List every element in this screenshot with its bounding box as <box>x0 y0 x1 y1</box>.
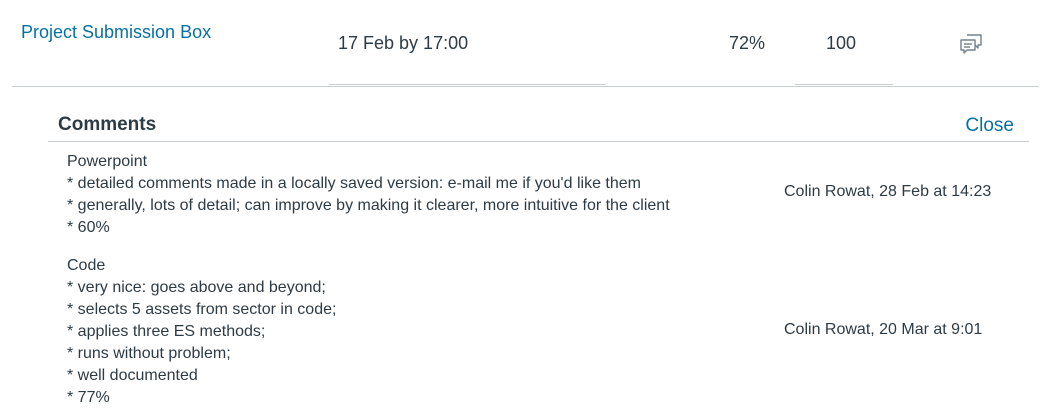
comment-line: * well documented <box>67 367 198 384</box>
comment-line: * selects 5 assets from sector in code; <box>67 301 337 318</box>
due-date: 17 Feb by 17:00 <box>338 33 469 53</box>
comment-author-date: Colin Rowat, 20 Mar at 9:01 <box>784 321 983 338</box>
comments-heading: Comments <box>58 114 157 135</box>
comment-body: Powerpoint * detailed comments made in a… <box>67 151 757 239</box>
comment-line: Powerpoint <box>67 153 148 170</box>
comments-divider <box>48 141 1029 142</box>
comment-line: * applies three ES methods; <box>67 323 266 340</box>
close-comments-link[interactable]: Close <box>965 115 1014 137</box>
comment-line: * detailed comments made in a locally sa… <box>67 175 641 192</box>
comment-author-date: Colin Rowat, 28 Feb at 14:23 <box>784 183 992 200</box>
comment-body: Code * very nice: goes above and beyond;… <box>67 255 757 409</box>
comment-line: Code <box>67 257 106 274</box>
score: 72% <box>729 33 766 53</box>
comment-item: Powerpoint * detailed comments made in a… <box>67 151 1017 243</box>
comment-line: * 77% <box>67 389 110 406</box>
comment-line: * 60% <box>67 219 110 236</box>
comment-line: * runs without problem; <box>67 345 231 362</box>
assignment-name-link[interactable]: Project Submission Box <box>21 22 211 43</box>
due-date-underline <box>329 84 606 85</box>
speech-bubbles-icon[interactable] <box>959 33 983 55</box>
comment-line: * generally, lots of detail; can improve… <box>67 197 670 214</box>
comment-line: * very nice: goes above and beyond; <box>67 279 326 296</box>
row-divider <box>12 86 1039 87</box>
points-possible: 100 <box>826 33 857 53</box>
speech-bubbles-icon-graphic <box>960 34 982 54</box>
comments-panel: Comments Close Powerpoint * detailed com… <box>48 108 1029 420</box>
points-underline <box>795 84 893 85</box>
assignment-row: Project Submission Box 17 Feb by 17:00 7… <box>0 0 1043 86</box>
comment-item: Code * very nice: goes above and beyond;… <box>67 255 1017 415</box>
